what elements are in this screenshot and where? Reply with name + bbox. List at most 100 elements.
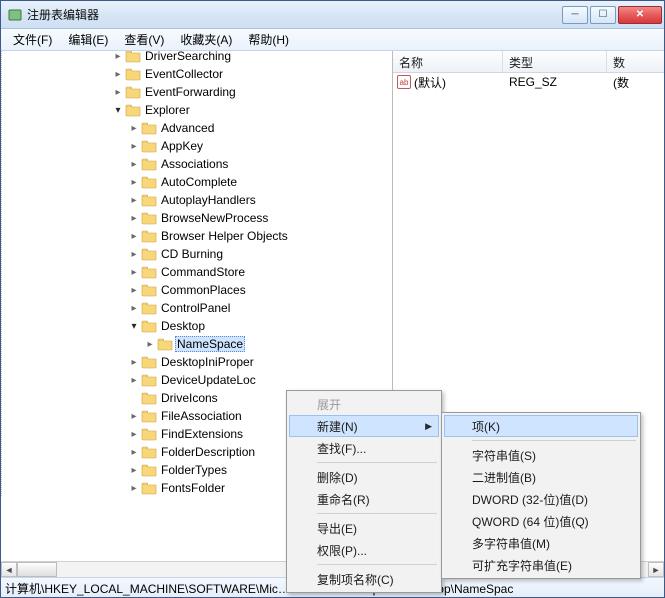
tree-node[interactable]: ▸ EventCollector bbox=[1, 65, 392, 83]
expand-closed-icon[interactable]: ▸ bbox=[127, 355, 141, 369]
list-row[interactable]: ab (默认) REG_SZ (数 bbox=[393, 73, 664, 91]
expand-closed-icon[interactable]: ▸ bbox=[111, 67, 125, 81]
app-icon bbox=[7, 7, 23, 23]
expand-closed-icon[interactable]: ▸ bbox=[143, 337, 157, 351]
tree-label: Advanced bbox=[159, 121, 216, 135]
tree-node[interactable]: ▸ DriverSearching bbox=[1, 51, 392, 65]
separator bbox=[317, 462, 437, 463]
tree-node[interactable]: ▸AutoComplete bbox=[1, 173, 392, 191]
menubar: 文件(F) 编辑(E) 查看(V) 收藏夹(A) 帮助(H) bbox=[1, 29, 664, 51]
expand-open-icon[interactable]: ▾ bbox=[127, 319, 141, 333]
context-menu: 展开 新建(N)▶ 查找(F)... 删除(D) 重命名(R) 导出(E) 权限… bbox=[286, 390, 442, 593]
expand-closed-icon[interactable]: ▸ bbox=[127, 463, 141, 477]
expand-closed-icon[interactable]: ▸ bbox=[127, 283, 141, 297]
tree-node[interactable]: ▸CommonPlaces bbox=[1, 281, 392, 299]
expand-closed-icon[interactable]: ▸ bbox=[127, 229, 141, 243]
menu-help[interactable]: 帮助(H) bbox=[240, 29, 297, 50]
ctx-copy-key-name[interactable]: 复制项名称(C) bbox=[289, 568, 439, 590]
expand-closed-icon[interactable]: ▸ bbox=[127, 211, 141, 225]
expand-closed-icon[interactable]: ▸ bbox=[127, 247, 141, 261]
cell-data: (数 bbox=[607, 74, 664, 91]
ctx-new-multistring[interactable]: 多字符串值(M) bbox=[444, 532, 638, 554]
ctx-permissions[interactable]: 权限(P)... bbox=[289, 539, 439, 561]
expand-closed-icon[interactable]: ▸ bbox=[127, 373, 141, 387]
tree-node[interactable]: ▸ DeviceUpdateLoc bbox=[1, 371, 392, 389]
ctx-new-dword[interactable]: DWORD (32-位)值(D) bbox=[444, 488, 638, 510]
ctx-delete[interactable]: 删除(D) bbox=[289, 466, 439, 488]
tree-node[interactable]: ▸ AutoplayHandlers bbox=[1, 191, 392, 209]
ctx-new-qword[interactable]: QWORD (64 位)值(Q) bbox=[444, 510, 638, 532]
minimize-button[interactable]: ─ bbox=[562, 6, 588, 24]
scroll-thumb[interactable] bbox=[17, 562, 57, 577]
tree-label: DriverSearching bbox=[143, 51, 233, 63]
ctx-find[interactable]: 查找(F)... bbox=[289, 437, 439, 459]
ctx-new-key[interactable]: 项(K) bbox=[444, 415, 638, 437]
col-name[interactable]: 名称 bbox=[393, 51, 503, 72]
tree-node[interactable]: ▸AppKey bbox=[1, 137, 392, 155]
tree-label: FileAssociation bbox=[159, 409, 244, 423]
tree-label: FontsFolder bbox=[159, 481, 227, 495]
scroll-right-icon[interactable]: ► bbox=[648, 562, 664, 577]
ctx-new-binary[interactable]: 二进制值(B) bbox=[444, 466, 638, 488]
tree-label: AutoplayHandlers bbox=[159, 193, 258, 207]
expand-closed-icon[interactable]: ▸ bbox=[127, 157, 141, 171]
col-data[interactable]: 数 bbox=[607, 51, 664, 72]
tree-node[interactable]: ▸BrowseNewProcess bbox=[1, 209, 392, 227]
ctx-new-expandstring[interactable]: 可扩充字符串值(E) bbox=[444, 554, 638, 576]
menu-view[interactable]: 查看(V) bbox=[116, 29, 172, 50]
tree-label: FolderTypes bbox=[159, 463, 229, 477]
expand-closed-icon[interactable]: ▸ bbox=[127, 481, 141, 495]
tree-node[interactable]: ▸ Browser Helper Objects bbox=[1, 227, 392, 245]
ctx-new-string[interactable]: 字符串值(S) bbox=[444, 444, 638, 466]
menu-favorites[interactable]: 收藏夹(A) bbox=[172, 29, 240, 50]
scroll-left-icon[interactable]: ◄ bbox=[1, 562, 17, 577]
tree-node[interactable]: ▸ DesktopIniProper bbox=[1, 353, 392, 371]
tree-label: EventCollector bbox=[143, 67, 225, 81]
ctx-rename[interactable]: 重命名(R) bbox=[289, 488, 439, 510]
string-value-icon: ab bbox=[397, 75, 411, 89]
expand-closed-icon[interactable]: ▸ bbox=[127, 193, 141, 207]
ctx-new-label: 新建(N) bbox=[317, 418, 358, 435]
tree-node[interactable]: ▸CommandStore bbox=[1, 263, 392, 281]
cell-type: REG_SZ bbox=[503, 75, 607, 89]
expand-closed-icon[interactable]: ▸ bbox=[127, 427, 141, 441]
tree-label: Browser Helper Objects bbox=[159, 229, 290, 243]
expand-closed-icon[interactable]: ▸ bbox=[111, 51, 125, 63]
list-header: 名称 类型 数 bbox=[393, 51, 664, 73]
ctx-expand[interactable]: 展开 bbox=[289, 393, 439, 415]
cell-name: ab (默认) bbox=[393, 74, 503, 91]
expand-closed-icon[interactable]: ▸ bbox=[111, 85, 125, 99]
tree-node[interactable]: ▸CD Burning bbox=[1, 245, 392, 263]
expand-closed-icon[interactable]: ▸ bbox=[127, 175, 141, 189]
close-button[interactable]: ✕ bbox=[618, 6, 662, 24]
tree-label: DesktopIniProper bbox=[159, 355, 256, 369]
expand-closed-icon[interactable]: ▸ bbox=[127, 301, 141, 315]
tree-node[interactable]: ▸Associations bbox=[1, 155, 392, 173]
tree-label: FindExtensions bbox=[159, 427, 245, 441]
expand-closed-icon[interactable]: ▸ bbox=[127, 445, 141, 459]
tree-label: DeviceUpdateLoc bbox=[159, 373, 258, 387]
expand-closed-icon[interactable] bbox=[127, 391, 141, 405]
col-type[interactable]: 类型 bbox=[503, 51, 607, 72]
tree-node[interactable]: ▸EventForwarding bbox=[1, 83, 392, 101]
tree-node[interactable]: ▸NameSpace bbox=[1, 335, 392, 353]
separator bbox=[317, 564, 437, 565]
context-submenu-new: 项(K) 字符串值(S) 二进制值(B) DWORD (32-位)值(D) QW… bbox=[441, 412, 641, 579]
expand-closed-icon[interactable]: ▸ bbox=[127, 139, 141, 153]
menu-edit[interactable]: 编辑(E) bbox=[60, 29, 116, 50]
tree-node[interactable]: ▾Explorer bbox=[1, 101, 392, 119]
expand-closed-icon[interactable]: ▸ bbox=[127, 121, 141, 135]
menu-file[interactable]: 文件(F) bbox=[5, 29, 60, 50]
expand-closed-icon[interactable]: ▸ bbox=[127, 265, 141, 279]
titlebar[interactable]: 注册表编辑器 ─ ☐ ✕ bbox=[1, 1, 664, 29]
ctx-export[interactable]: 导出(E) bbox=[289, 517, 439, 539]
tree-label: Desktop bbox=[159, 319, 207, 333]
expand-closed-icon[interactable]: ▸ bbox=[127, 409, 141, 423]
maximize-button[interactable]: ☐ bbox=[590, 6, 616, 24]
tree-node[interactable]: ▾ Desktop bbox=[1, 317, 392, 335]
expand-open-icon[interactable]: ▾ bbox=[111, 103, 125, 117]
tree-node[interactable]: ▸ Advanced bbox=[1, 119, 392, 137]
ctx-new[interactable]: 新建(N)▶ bbox=[289, 415, 439, 437]
tree-node[interactable]: ▸ ControlPanel bbox=[1, 299, 392, 317]
tree-label: ControlPanel bbox=[159, 301, 232, 315]
